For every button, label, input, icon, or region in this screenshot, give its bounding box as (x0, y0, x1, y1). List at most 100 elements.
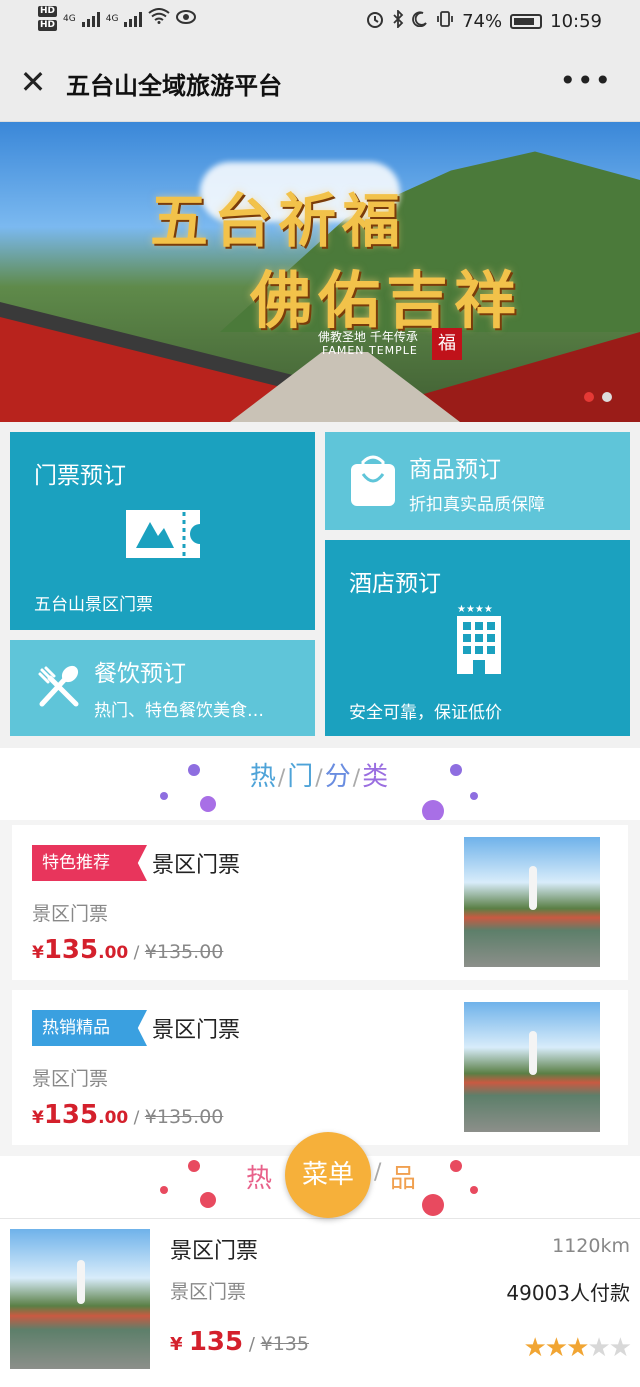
carousel-dots (584, 392, 612, 402)
ticket-icon (122, 508, 204, 564)
title-sep: / (352, 766, 363, 791)
nav-bar: ✕ 五台山全域旅游平台 ••• (0, 44, 640, 122)
star-filled-icon: ★ (544, 1333, 568, 1363)
badge-featured: 特色推荐 (32, 845, 147, 881)
banner-subtitle-en: FAMEN TEMPLE (322, 344, 418, 357)
more-icon[interactable]: ••• (559, 64, 612, 97)
fork-knife-icon (36, 664, 82, 714)
decor-dot (188, 1160, 200, 1172)
currency: ¥ (170, 1334, 183, 1355)
paid-count: 49003人付款 (506, 1281, 630, 1305)
banner-seal: 福 (432, 328, 462, 360)
tile-food-title: 餐饮预订 (94, 661, 186, 687)
product-name: 景区门票 (152, 853, 241, 878)
title-char: 类 (362, 762, 391, 792)
price-value: 135 (188, 1327, 244, 1357)
title-char: 分 (324, 762, 353, 792)
page-title: 五台山全域旅游平台 (66, 72, 282, 100)
price-sep: / (128, 1108, 145, 1128)
price-int: 135 (43, 935, 99, 965)
product-thumbnail[interactable] (464, 1002, 600, 1132)
old-price: ¥135.00 (144, 1106, 224, 1128)
vibrate-icon (436, 10, 454, 33)
distance: 1120km (552, 1235, 630, 1257)
tile-food-subtitle: 热门、特色餐饮美食… (94, 701, 264, 721)
decor-dot (422, 1194, 444, 1216)
network-type-2: 4G (105, 13, 119, 24)
decor-dot (450, 1160, 462, 1172)
tile-shop-subtitle: 折扣真实品质保障 (409, 495, 545, 515)
decor-dot (422, 800, 444, 822)
star-filled-icon: ★ (566, 1333, 589, 1363)
tile-ticket-subtitle: 五台山景区门票 (34, 595, 153, 615)
hd-badge-2: HD (38, 20, 58, 31)
statue-shape (77, 1259, 86, 1304)
old-price: ¥135.00 (144, 941, 224, 963)
price-int: 135 (43, 1100, 99, 1130)
product-card[interactable]: 特色推荐 景区门票 景区门票 ¥135.00 / ¥135.00 (12, 825, 628, 980)
section-hot-category-header: 热/门/分/类 (0, 748, 640, 822)
close-icon[interactable]: ✕ (18, 64, 48, 100)
title-sep: / (315, 766, 325, 791)
banner-headline-2: 佛佑吉祥 (250, 264, 523, 337)
product-desc: 景区门票 (32, 903, 109, 925)
product-desc: 景区门票 (32, 1068, 109, 1090)
title-char: 品 (390, 1164, 417, 1194)
service-tiles: 门票预订 五台山景区门票 商品预订 折扣真实品质保障 酒店预订 ★★★★ 安全可… (0, 422, 640, 748)
star-empty-icon: ★ (587, 1333, 610, 1363)
tile-hotel-booking[interactable]: 酒店预订 ★★★★ 安全可靠，保证低价 (325, 540, 630, 736)
title-char: 热 (249, 762, 278, 792)
product-name: 景区门票 (170, 1239, 259, 1264)
hd-badge-1: HD (38, 6, 58, 17)
menu-button[interactable]: 菜单 (285, 1132, 371, 1218)
alarm-icon (366, 10, 384, 33)
signal-icon (81, 11, 100, 27)
product-price: ¥ 135 / ¥135 (170, 1327, 309, 1357)
title-char: 热 (246, 1164, 273, 1194)
carousel-dot-2[interactable] (602, 392, 612, 402)
banner-headline-1: 五台祈福 (150, 187, 407, 255)
clock: 10:59 (550, 11, 602, 32)
tile-shop-title: 商品预订 (409, 457, 501, 483)
svg-text:★★★★: ★★★★ (457, 604, 493, 615)
decor-dot (160, 792, 168, 800)
banner-carousel[interactable]: 五台祈福 佛佑吉祥 佛教圣地 千年传承 FAMEN TEMPLE 福 (0, 122, 640, 422)
status-left: HD HD 4G 4G (38, 6, 197, 31)
hot-category-list: 特色推荐 景区门票 景区门票 ¥135.00 / ¥135.00 热销精品 景区… (0, 820, 640, 1150)
currency: ¥ (32, 943, 44, 963)
price-dec: .00 (98, 943, 129, 963)
tile-shop-booking[interactable]: 商品预订 折扣真实品质保障 (325, 432, 630, 530)
product-price: ¥135.00 / ¥135.00 (32, 1100, 223, 1130)
signal-icon-2 (124, 11, 143, 27)
product-thumbnail[interactable] (464, 837, 600, 967)
product-name: 景区门票 (152, 1018, 241, 1043)
battery-percent: 74% (462, 11, 503, 32)
banner-subtitle: 佛教圣地 千年传承 (318, 330, 418, 344)
price-sep: / (243, 1334, 261, 1355)
network-type-1: 4G (63, 13, 76, 24)
badge-hot-sale: 热销精品 (32, 1010, 147, 1046)
decor-dot (470, 1186, 478, 1194)
carousel-dot-1[interactable] (584, 392, 594, 402)
tile-ticket-title: 门票预订 (34, 463, 126, 489)
product-thumbnail[interactable] (10, 1229, 150, 1369)
tile-ticket-booking[interactable]: 门票预订 五台山景区门票 (10, 432, 315, 630)
price-dec: .00 (98, 1108, 129, 1128)
section-title-hot-category: 热/门/分/类 (0, 756, 640, 793)
statue-shape (529, 865, 538, 910)
product-desc: 景区门票 (170, 1281, 247, 1303)
product-card[interactable]: 热销精品 景区门票 景区门票 ¥135.00 / ¥135.00 (12, 990, 628, 1145)
product-price: ¥135.00 / ¥135.00 (32, 935, 223, 965)
shopping-bag-icon (349, 454, 397, 512)
statue-shape (529, 1030, 538, 1075)
list-item[interactable]: 景区门票 景区门票 ¥ 135 / ¥135 1120km 49003人付款 ★… (0, 1218, 640, 1387)
hd-indicators: HD HD (38, 6, 58, 31)
tile-hotel-subtitle: 安全可靠，保证低价 (349, 703, 502, 723)
eye-icon (176, 8, 197, 29)
star-filled-icon: ★ (523, 1333, 546, 1363)
decor-dot (160, 1186, 168, 1194)
title-sep: / (277, 766, 288, 791)
hotel-icon: ★★★★ (451, 602, 507, 680)
bluetooth-icon (392, 8, 404, 33)
tile-food-booking[interactable]: 餐饮预订 热门、特色餐饮美食… (10, 640, 315, 736)
